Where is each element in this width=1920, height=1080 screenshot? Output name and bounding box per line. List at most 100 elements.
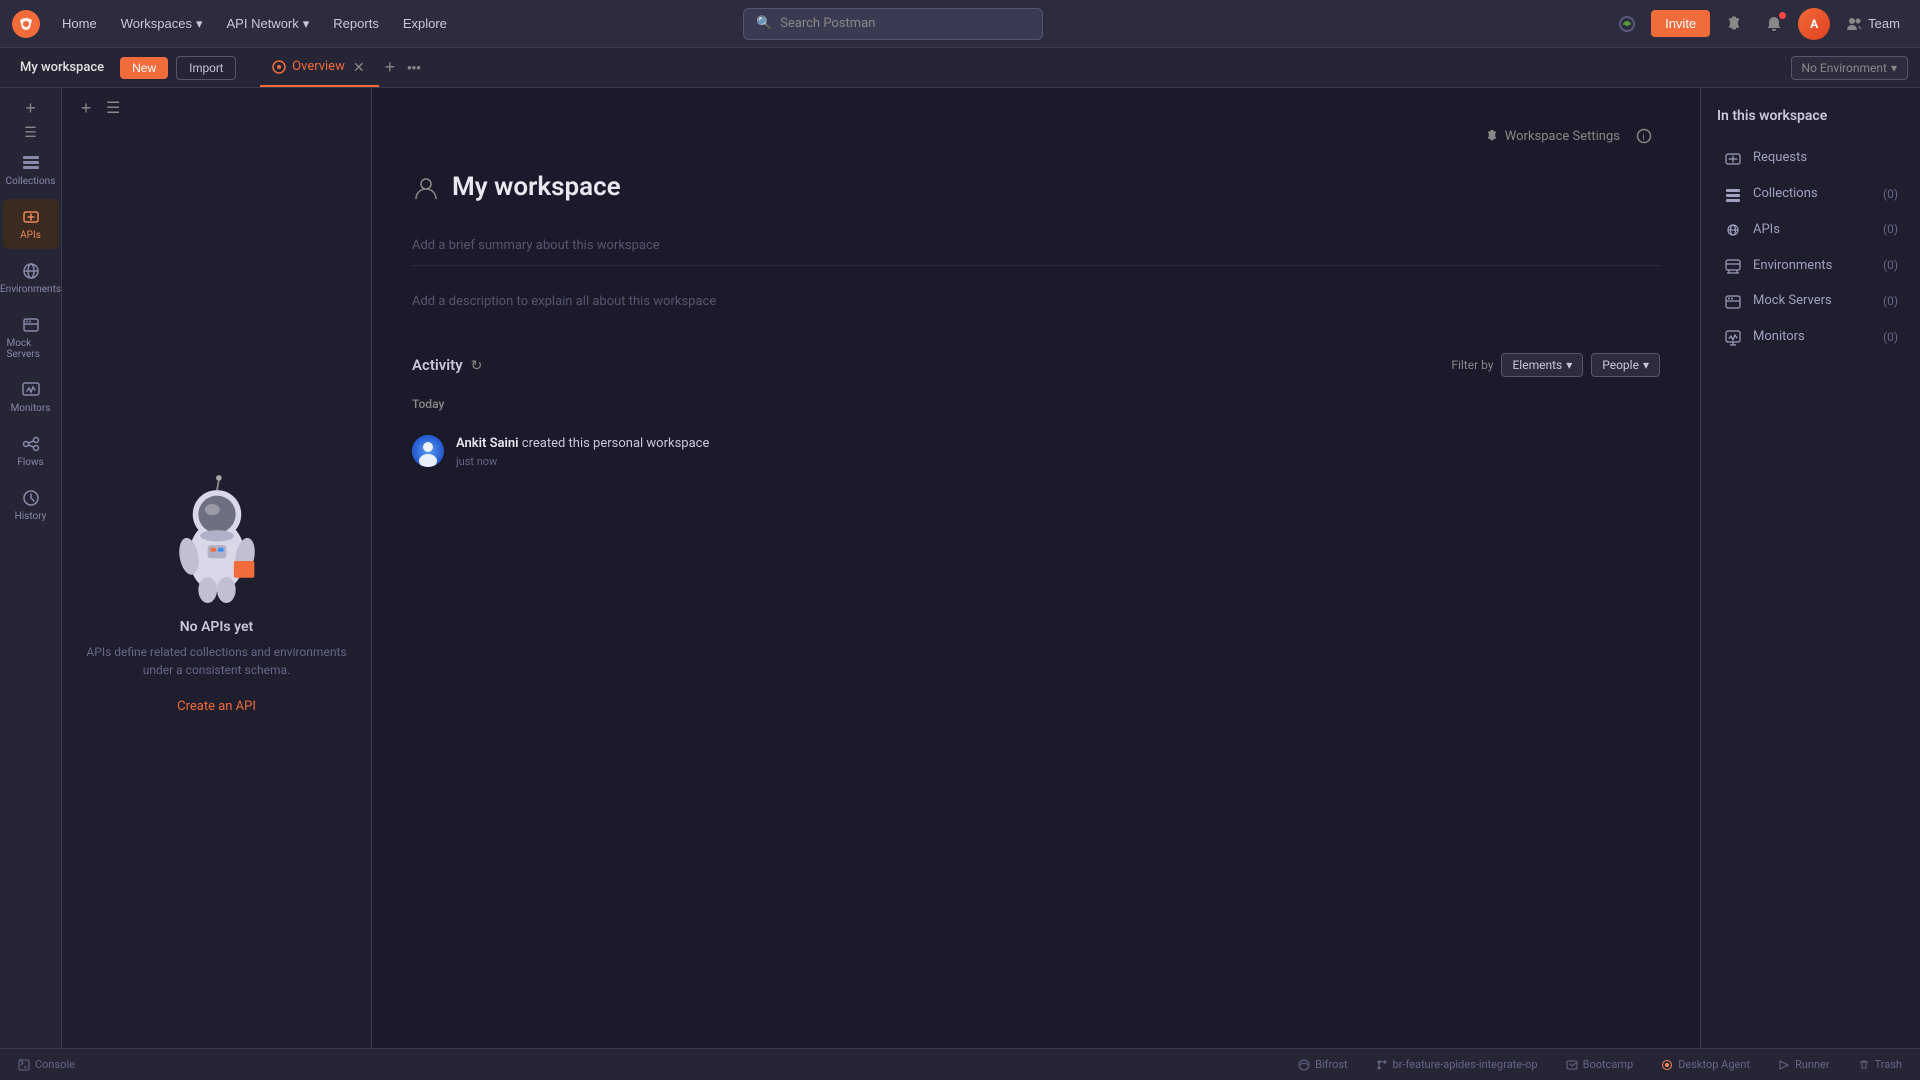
workspace-settings-label: Workspace Settings — [1505, 129, 1620, 144]
environments-resource-label: Environments — [1753, 258, 1873, 273]
empty-apis-description: APIs define related collections and envi… — [82, 643, 351, 679]
people-filter-label: People — [1602, 358, 1639, 372]
console-button[interactable]: Console — [12, 1056, 81, 1073]
sidebar-item-history[interactable]: History — [3, 480, 59, 530]
summary-input[interactable]: Add a brief summary about this workspace — [412, 226, 1660, 266]
env-chevron-icon: ▾ — [1891, 61, 1897, 75]
notifications-button[interactable] — [1758, 8, 1790, 40]
activity-username: Ankit Saini — [456, 436, 519, 451]
sidebar-item-mock-servers[interactable]: Mock Servers — [3, 307, 59, 368]
sidebar-item-monitors[interactable]: Monitors — [3, 372, 59, 422]
explore-nav-button[interactable]: Explore — [393, 11, 457, 36]
environment-selector[interactable]: No Environment ▾ — [1791, 56, 1908, 80]
description-input[interactable]: Add a description to explain all about t… — [412, 282, 1660, 321]
resource-item-collections[interactable]: Collections (0) — [1717, 176, 1904, 212]
resource-item-monitors[interactable]: Monitors (0) — [1717, 319, 1904, 355]
search-icon: 🔍 — [756, 16, 772, 31]
postman-logo[interactable] — [12, 10, 40, 38]
empty-apis-title: No APIs yet — [180, 619, 253, 635]
branch-button[interactable]: br-feature-apides-integrate-op — [1370, 1056, 1544, 1073]
history-label: History — [15, 511, 47, 522]
filter-bar: Filter by Elements ▾ People ▾ — [1451, 353, 1660, 377]
home-label: Home — [62, 16, 97, 31]
workspace-settings-link[interactable]: Workspace Settings — [1485, 129, 1620, 144]
sidebar-add-button[interactable]: + — [19, 96, 43, 120]
create-api-link[interactable]: Create an API — [177, 699, 256, 714]
trash-label: Trash — [1875, 1058, 1902, 1071]
requests-label: Requests — [1753, 150, 1888, 165]
sidebar-filter-button[interactable]: ☰ — [24, 124, 37, 141]
activity-title: Activity — [412, 356, 463, 374]
astronaut-illustration — [147, 463, 287, 603]
activity-timestamp: just now — [456, 455, 1660, 468]
resource-item-environments[interactable]: Environments (0) — [1717, 247, 1904, 283]
resource-item-mock-servers[interactable]: Mock Servers (0) — [1717, 283, 1904, 319]
environments-icon — [21, 261, 41, 281]
apis-label: APIs — [20, 230, 41, 241]
settings-icon-button[interactable] — [1718, 8, 1750, 40]
workspace-title: My workspace — [452, 172, 621, 202]
team-button[interactable]: Team — [1838, 12, 1908, 36]
user-avatar[interactable]: A — [1798, 8, 1830, 40]
home-nav-button[interactable]: Home — [52, 11, 107, 36]
close-tab-button[interactable]: ✕ — [351, 58, 367, 76]
collections-resource-icon — [1723, 184, 1743, 204]
today-label: Today — [412, 397, 1660, 411]
activity-description: Ankit Saini created this personal worksp… — [456, 435, 1660, 453]
environments-resource-count: (0) — [1883, 258, 1898, 272]
activity-user-avatar — [412, 435, 444, 467]
overview-tab[interactable]: Overview ✕ — [260, 48, 378, 87]
resource-item-apis[interactable]: APIs (0) — [1717, 212, 1904, 248]
tab-bar: Overview ✕ + ••• — [260, 48, 1782, 87]
workspaces-nav-button[interactable]: Workspaces ▾ — [111, 11, 213, 37]
desktop-agent-button[interactable]: Desktop Agent — [1655, 1056, 1756, 1073]
trash-button[interactable]: Trash — [1852, 1056, 1908, 1073]
overview-tab-label: Overview — [292, 59, 345, 74]
elements-filter-dropdown[interactable]: Elements ▾ — [1501, 353, 1583, 377]
top-navigation: Home Workspaces ▾ API Network ▾ Reports … — [0, 0, 1920, 48]
new-button[interactable]: New — [120, 57, 168, 79]
monitors-resource-count: (0) — [1883, 330, 1898, 344]
invite-label: Invite — [1665, 16, 1696, 31]
monitors-resource-label: Monitors — [1753, 329, 1873, 344]
workspace-header: My workspace — [412, 172, 1660, 202]
left-panel-add-button[interactable]: + — [74, 96, 98, 120]
workspace-name[interactable]: My workspace — [12, 56, 112, 79]
elements-filter-label: Elements — [1512, 358, 1562, 372]
invite-button[interactable]: Invite — [1651, 10, 1710, 37]
mock-servers-resource-count: (0) — [1883, 294, 1898, 308]
sidebar-item-environments[interactable]: Environments — [3, 253, 59, 303]
api-network-nav-button[interactable]: API Network ▾ — [217, 11, 320, 37]
import-button[interactable]: Import — [176, 56, 236, 80]
people-chevron-icon: ▾ — [1643, 358, 1649, 372]
apis-resource-count: (0) — [1883, 222, 1898, 236]
activity-section-header: Activity ↻ Filter by Elements ▾ People ▾ — [412, 353, 1660, 377]
apis-resource-icon — [1723, 220, 1743, 240]
activity-item-text: Ankit Saini created this personal worksp… — [456, 435, 1660, 468]
sidebar-item-collections[interactable]: Collections — [3, 145, 59, 195]
runner-button[interactable]: Runner — [1772, 1056, 1836, 1073]
info-button[interactable]: i — [1628, 120, 1660, 152]
sidebar-item-flows[interactable]: Flows — [3, 426, 59, 476]
collections-icon — [21, 153, 41, 173]
filter-label: Filter by — [1451, 358, 1493, 372]
people-filter-dropdown[interactable]: People ▾ — [1591, 353, 1660, 377]
workspaces-chevron-icon: ▾ — [196, 16, 203, 32]
bootcamp-button[interactable]: Bootcamp — [1560, 1056, 1640, 1073]
bifrost-button[interactable]: Bifrost — [1292, 1056, 1354, 1073]
mock-servers-resource-icon — [1723, 291, 1743, 311]
activity-action: created this personal workspace — [519, 436, 710, 451]
left-panel-filter-button[interactable]: ☰ — [106, 98, 120, 118]
resource-item-requests[interactable]: Requests — [1717, 140, 1904, 176]
add-tab-button[interactable]: + — [379, 57, 402, 78]
refresh-activity-button[interactable]: ↻ — [471, 357, 483, 374]
reports-nav-button[interactable]: Reports — [323, 11, 389, 36]
more-tabs-button[interactable]: ••• — [401, 60, 427, 75]
left-panel-empty-state: No APIs yet APIs define related collecti… — [62, 128, 371, 1048]
sync-button[interactable] — [1611, 8, 1643, 40]
search-box[interactable]: 🔍 Search Postman — [743, 8, 1043, 40]
sidebar-item-apis[interactable]: APIs — [3, 199, 59, 249]
collections-resource-label: Collections — [1753, 186, 1873, 201]
collections-label: Collections — [6, 176, 56, 187]
sidebar: + ☰ Collections APIs — [0, 88, 62, 1048]
